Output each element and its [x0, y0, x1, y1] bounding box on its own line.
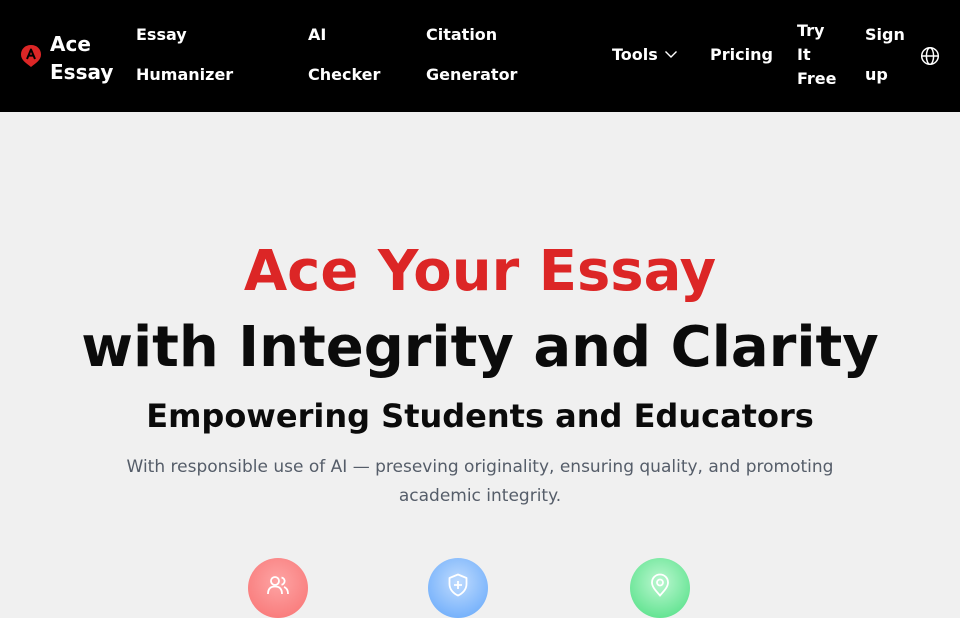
nav-pricing[interactable]: Pricing — [710, 45, 773, 65]
globe-icon[interactable] — [920, 46, 940, 66]
users-icon — [267, 576, 289, 595]
feature-badge-shield — [428, 558, 488, 618]
chevron-down-icon — [665, 51, 677, 58]
brand-name[interactable]: Ace Essay — [50, 30, 113, 86]
hero-title-highlight: Ace Your Essay — [243, 239, 717, 304]
top-navbar: Ace Essay Essay Humanizer AI Checker Cit… — [0, 0, 960, 112]
shield-plus-icon — [448, 573, 468, 597]
feature-badge-users — [248, 558, 308, 618]
ace-logo-icon[interactable] — [20, 44, 42, 68]
feature-badge-pin — [630, 558, 690, 618]
hero-subtitle: Empowering Students and Educators — [146, 397, 814, 435]
map-pin-icon — [651, 573, 669, 597]
hero-description: With responsible use of AI — preseving o… — [126, 457, 834, 506]
hero-title: with Integrity and Clarity — [81, 315, 879, 380]
